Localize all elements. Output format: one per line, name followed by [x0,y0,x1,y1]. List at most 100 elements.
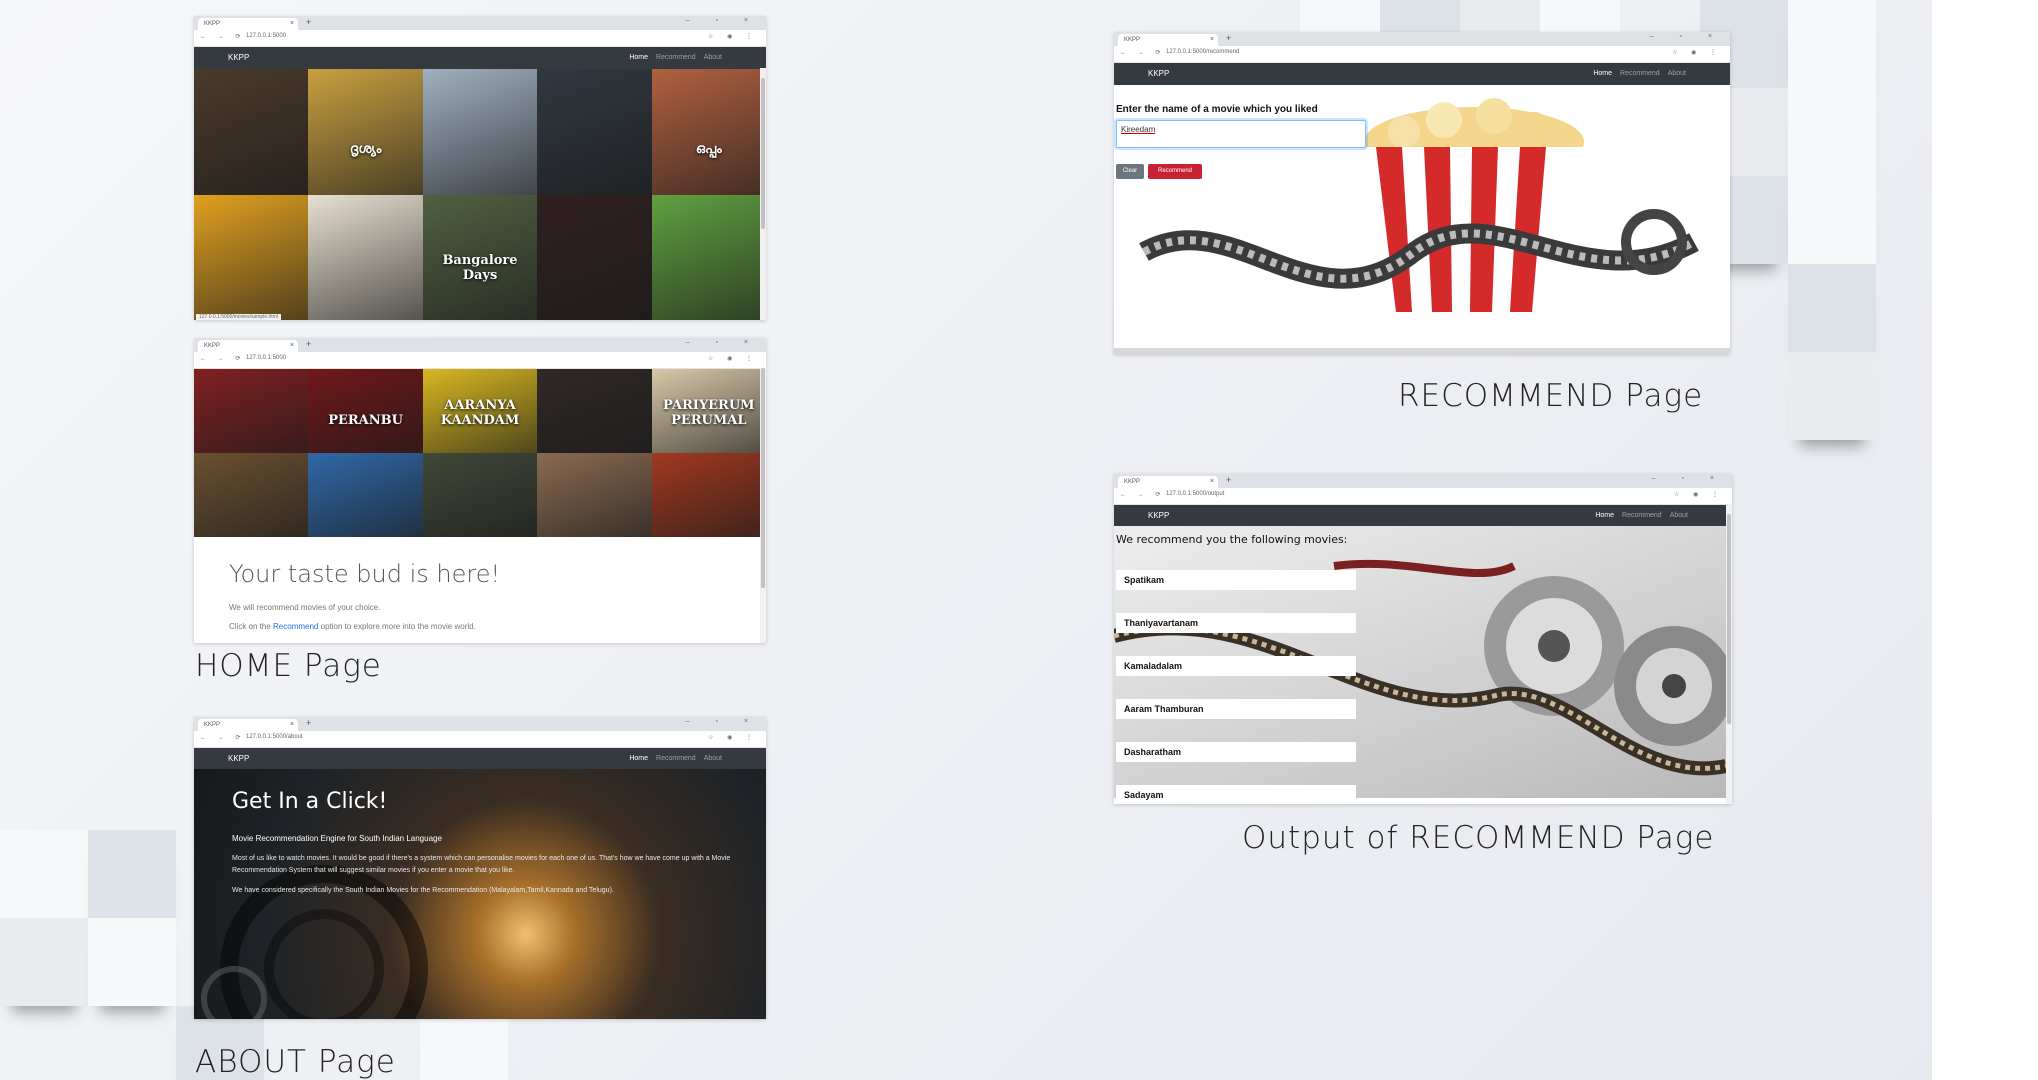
output-heading: We recommend you the following movies: [1116,533,1348,546]
nav-link-home[interactable]: Home [629,755,648,762]
window-controls[interactable]: – ▫ × [686,17,760,24]
movie-poster: Bangalore Days [422,195,538,320]
browser-tab[interactable]: KKPP × [198,719,298,731]
movie-poster [308,453,423,537]
url-field[interactable]: 127.0.0.1:5000/about [246,734,303,740]
nav-link-recommend[interactable]: Recommend [656,755,696,762]
browser-tools-icon[interactable]: ☆ ◉ ⋮ [1672,49,1722,56]
nav-arrows-icon[interactable]: ← → ⟳ [1120,491,1165,498]
browser-tools-icon[interactable]: ☆ ◉ ⋮ [708,355,758,362]
clear-button[interactable]: Clear [1116,164,1144,179]
url-field[interactable]: 127.0.0.1:5000/recommend [1166,49,1239,55]
new-tab-icon[interactable]: + [306,718,311,728]
scrollbar[interactable] [760,368,766,643]
poster-title: PARIYERUM PERUMAL [663,397,755,428]
background-tile [88,830,176,918]
nav-link-recommend[interactable]: Recommend [656,54,696,61]
recommend-caption: RECOMMEND Page [1398,378,1704,414]
nav-link-about[interactable]: About [704,54,722,61]
browser-tab[interactable]: KKPP × [1118,476,1218,488]
window-controls[interactable]: – ▫ × [1650,33,1724,40]
nav-link-about[interactable]: About [1670,512,1688,519]
about-paragraph: We have considered specifically the Sout… [232,887,614,894]
site-brand[interactable]: KKPP [1148,511,1169,520]
site-brand[interactable]: KKPP [228,754,249,763]
close-tab-icon[interactable]: × [1210,34,1214,46]
new-tab-icon[interactable]: + [306,17,311,27]
nav-link-recommend[interactable]: Recommend [1620,70,1660,77]
browser-tab-bar: KKPP × + – ▫ × [1114,474,1732,488]
movie-poster: PARIYERUM PERUMAL [651,369,766,453]
close-tab-icon[interactable]: × [290,719,294,731]
recommend-button[interactable]: Recommend [1148,164,1202,179]
close-tab-icon[interactable]: × [1210,476,1214,488]
browser-tools-icon[interactable]: ☆ ◉ ⋮ [708,33,758,40]
recommend-link[interactable]: Recommend [273,622,318,631]
background-tile [88,918,176,1006]
url-field[interactable]: 127.0.0.1:5000 [246,33,286,39]
nav-arrows-icon[interactable]: ← → ⟳ [1120,49,1165,56]
nav-link-about[interactable]: About [1668,70,1686,77]
scrollbar[interactable] [1726,504,1732,804]
browser-tab[interactable]: KKPP × [198,340,298,352]
nav-arrows-icon[interactable]: ← → ⟳ [200,33,245,40]
nav-link-about[interactable]: About [704,755,722,762]
browser-tools-icon[interactable]: ☆ ◉ ⋮ [1674,491,1724,498]
movie-result-item: Dasharatham [1116,742,1356,762]
movie-poster [537,69,652,195]
movie-poster [194,369,309,453]
movie-result-item: Thaniyavartanam [1116,613,1356,633]
url-field[interactable]: 127.0.0.1:5000/output [1166,491,1224,497]
movie-name-input[interactable]: Kireedam [1116,120,1366,148]
movie-result-item: Kamaladalam [1116,656,1356,676]
tagline-cta: Click on the Recommend option to explore… [229,622,476,631]
nav-link-home[interactable]: Home [629,54,648,61]
site-brand[interactable]: KKPP [228,53,249,62]
close-tab-icon[interactable]: × [290,18,294,30]
background-tile [0,830,88,918]
site-navbar: KKPP Home Recommend About [194,47,766,69]
address-bar: ← → ⟳ 127.0.0.1:5000 ☆ ◉ ⋮ [194,352,766,369]
about-subheading: Movie Recommendation Engine for South In… [232,834,442,843]
nav-link-home[interactable]: Home [1595,512,1614,519]
background-tile [1788,176,1876,264]
browser-tab-bar: KKPP × + – ▫ × [194,16,766,30]
movie-poster: PERANBU [308,369,423,453]
close-tab-icon[interactable]: × [290,340,294,352]
new-tab-icon[interactable]: + [1226,33,1231,43]
about-heading: Get In a Click! [232,789,388,814]
poster-title: ദൃശ്യം [349,142,382,158]
site-navbar: KKPP Home Recommend About [1114,63,1730,85]
browser-tab[interactable]: KKPP × [198,18,298,30]
horizontal-scrollbar[interactable] [1114,348,1730,354]
movie-poster [308,195,423,320]
nav-link-recommend[interactable]: Recommend [1622,512,1662,519]
movie-poster [194,69,309,195]
nav-arrows-icon[interactable]: ← → ⟳ [200,734,245,741]
movie-result-item: Aaram Thamburan [1116,699,1356,719]
background-tile [1788,0,1876,88]
nav-arrows-icon[interactable]: ← → ⟳ [200,355,245,362]
address-bar: ← → ⟳ 127.0.0.1:5000 ☆ ◉ ⋮ [194,30,766,47]
site-navbar: KKPP Home Recommend About [194,748,766,770]
browser-tools-icon[interactable]: ☆ ◉ ⋮ [708,734,758,741]
new-tab-icon[interactable]: + [306,339,311,349]
movie-poster: ഒപ്പം [651,69,766,195]
window-controls[interactable]: – ▫ × [686,339,760,346]
new-tab-icon[interactable]: + [1226,475,1231,485]
nav-link-home[interactable]: Home [1593,70,1612,77]
about-caption: ABOUT Page [195,1044,396,1080]
site-brand[interactable]: KKPP [1148,69,1169,78]
poster-title: PERANBU [328,412,403,428]
movie-poster [422,453,538,537]
window-controls[interactable]: – ▫ × [686,718,760,725]
movie-poster [537,453,652,537]
tagline-description: We will recommend movies of your choice. [229,603,381,612]
browser-tab-bar: KKPP × + – ▫ × [1114,32,1730,46]
movie-poster [651,195,766,320]
recommend-prompt: Enter the name of a movie which you like… [1116,104,1318,115]
url-field[interactable]: 127.0.0.1:5000 [246,355,286,361]
browser-tab[interactable]: KKPP × [1118,34,1218,46]
scrollbar[interactable] [760,68,766,320]
window-controls[interactable]: – ▫ × [1652,475,1726,482]
